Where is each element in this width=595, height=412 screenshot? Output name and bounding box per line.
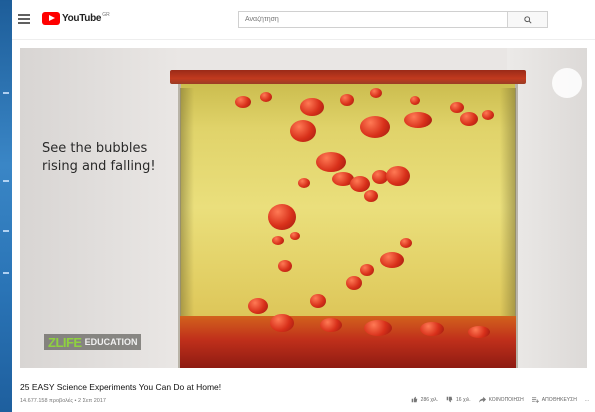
dislike-count: 16 χιλ. <box>456 396 471 403</box>
bubble <box>310 294 326 308</box>
bubble <box>370 88 382 98</box>
dislike-button[interactable]: 16 χιλ. <box>446 396 471 403</box>
caption-line: rising and falling! <box>42 159 156 174</box>
bubble <box>278 260 292 272</box>
bubble <box>380 252 404 268</box>
video-player[interactable]: See the bubbles rising and falling! ZLIF… <box>20 48 587 368</box>
bubble <box>298 178 310 188</box>
zlife-watermark: ZLIFE EDUCATION <box>44 334 142 350</box>
like-button[interactable]: 286 χιλ. <box>411 396 438 403</box>
masthead: YouTube GR <box>12 0 595 40</box>
bubble <box>320 318 342 332</box>
desktop-speck <box>3 272 9 274</box>
desktop-speck <box>3 180 9 182</box>
more-icon: ... <box>584 396 589 403</box>
search-button[interactable] <box>507 12 547 27</box>
video-background-left <box>20 48 180 368</box>
like-count: 286 χιλ. <box>420 396 439 403</box>
bubble <box>235 96 251 108</box>
youtube-logo-icon <box>42 12 60 25</box>
desktop-speck <box>3 92 9 94</box>
video-title: 25 EASY Science Experiments You Can Do a… <box>20 382 222 392</box>
browser-window: YouTube GR Αναζήτηση See the bubbles ris… <box>12 0 595 412</box>
zlife-brand: ZLIFE <box>48 334 82 350</box>
menu-icon[interactable] <box>18 14 30 24</box>
bubble <box>482 110 494 120</box>
bubble <box>290 120 316 142</box>
logo-text: YouTube <box>62 13 102 24</box>
bubble <box>404 112 432 128</box>
caption-line: See the bubbles <box>42 141 148 156</box>
bubble <box>268 204 296 230</box>
bubble <box>260 92 272 102</box>
thumbs-up-icon <box>411 396 417 403</box>
bubble <box>364 190 378 202</box>
glass-rim <box>170 70 526 84</box>
zlife-sub: EDUCATION <box>84 337 138 347</box>
bubble <box>360 264 374 276</box>
bubble <box>364 320 392 336</box>
more-button[interactable]: ... <box>585 397 589 403</box>
bubble <box>272 236 284 245</box>
bubble <box>300 98 324 116</box>
channel-watermark[interactable] <box>552 68 582 98</box>
video-background-right <box>507 48 587 368</box>
bubble <box>340 94 354 106</box>
bubble <box>450 102 464 113</box>
glass-edge-left <box>180 88 194 350</box>
youtube-logo[interactable]: YouTube GR <box>42 12 110 25</box>
save-label: ΑΠΟΘΗΚΕΥΣΗ <box>541 396 577 403</box>
logo-region: GR <box>102 11 110 18</box>
bubble <box>420 322 444 336</box>
bubble <box>270 314 294 332</box>
save-playlist-icon <box>531 397 539 403</box>
search-box <box>238 11 548 28</box>
bubble <box>386 166 410 186</box>
red-liquid-layer <box>180 316 516 368</box>
desktop-speck <box>3 230 9 232</box>
share-button[interactable]: ΚΟΙΝΟΠΟΙΗΣΗ <box>478 396 524 403</box>
video-meta: 14.677.158 προβολές • 2 Σεπ 2017 <box>20 398 106 404</box>
search-icon <box>523 15 532 24</box>
bubble <box>346 276 362 290</box>
bubble <box>460 112 478 126</box>
bubble <box>290 232 300 240</box>
bubble <box>360 116 390 138</box>
bubble <box>410 96 420 105</box>
bubble <box>316 152 346 172</box>
bubble <box>400 238 412 248</box>
save-button[interactable]: ΑΠΟΘΗΚΕΥΣΗ <box>531 396 577 403</box>
share-label: ΚΟΙΝΟΠΟΙΗΣΗ <box>488 396 524 403</box>
thumbs-down-icon <box>446 396 453 403</box>
share-icon <box>478 396 486 403</box>
glass-edge-right <box>500 88 516 350</box>
video-actions: 286 χιλ. 16 χιλ. ΚΟΙΝΟΠΟΙΗΣΗ ΑΠΟΘΗΚΕΥΣΗ … <box>411 396 589 403</box>
video-caption: See the bubbles rising and falling! <box>42 140 156 176</box>
bubble <box>468 326 490 338</box>
search-input[interactable] <box>239 12 507 27</box>
bubble <box>248 298 268 314</box>
